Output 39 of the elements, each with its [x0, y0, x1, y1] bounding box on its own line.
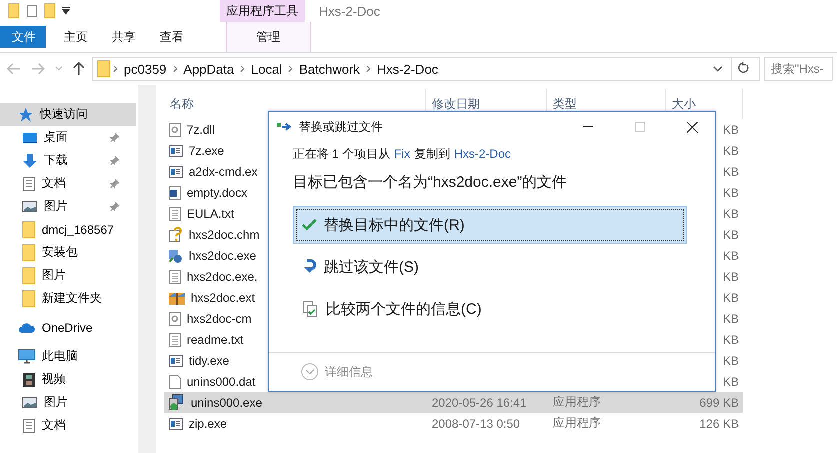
window-title: Hxs-2-Doc — [318, 3, 382, 21]
file-name: hxs2doc-cm — [187, 312, 252, 326]
dialog-title: 替换或跳过文件 — [299, 118, 384, 136]
conflict-message: 目标已包含一个名为“hxs2doc.exe”的文件 — [293, 173, 568, 192]
file-size: KB — [722, 164, 739, 178]
file-name: hxs2doc.ext — [191, 290, 256, 304]
file-name: tidy.exe — [189, 354, 230, 368]
file-name: empty.docx — [187, 186, 248, 200]
file-name: 7z.exe — [189, 144, 224, 158]
file-name: unins000.dat — [187, 374, 256, 388]
file-size: 699 KB — [700, 396, 739, 410]
file-size: KB — [722, 122, 739, 136]
file-size: KB — [722, 332, 739, 346]
file-size: KB — [722, 312, 739, 326]
file-name: a2dx-cmd.ex — [189, 164, 258, 178]
file-size: KB — [722, 270, 739, 284]
file-name: readme.txt — [187, 332, 244, 346]
file-size: KB — [722, 228, 739, 242]
modified-date: 2020-05-26 16:41 — [431, 396, 528, 410]
file-name: EULA.txt — [187, 206, 234, 220]
file-name: 7z.dll — [187, 122, 216, 136]
file-name: hxs2doc.chm — [189, 228, 260, 242]
file-size: KB — [722, 374, 739, 388]
file-name: hxs2doc.exe. — [187, 270, 258, 284]
file-type: 应用程序 — [552, 415, 602, 432]
file-size: KB — [722, 206, 739, 220]
file-size: KB — [722, 144, 739, 158]
ribbon-context-header: 应用程序工具 — [220, 0, 305, 22]
modified-date: 2008-07-13 0:50 — [431, 416, 522, 430]
file-size: 126 KB — [700, 416, 739, 430]
file-size: KB — [722, 248, 739, 262]
file-name: unins000.exe — [191, 396, 262, 410]
file-size: KB — [722, 354, 739, 368]
file-name: hxs2doc.exe — [189, 248, 256, 262]
copy-status: 正在将 1 个项目从 Fix 复制到 Hxs-2-Doc — [293, 146, 512, 163]
file-size: KB — [722, 290, 739, 304]
file-name: zip.exe — [189, 416, 228, 430]
file-type: 应用程序 — [552, 394, 602, 411]
file-size: KB — [722, 186, 739, 200]
